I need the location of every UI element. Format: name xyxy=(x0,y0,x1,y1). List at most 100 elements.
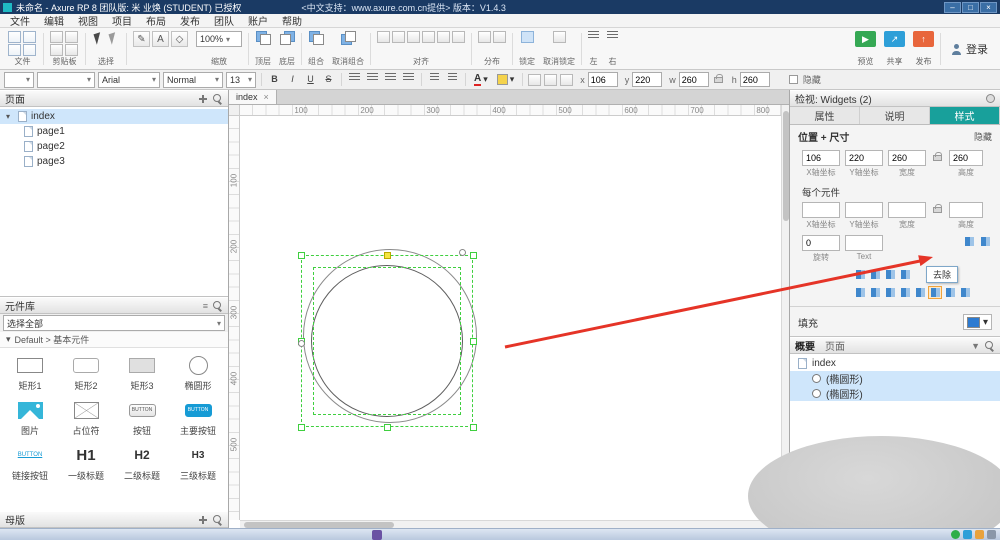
aspect-ratio-lock-icon[interactable] xyxy=(933,152,942,161)
menu-project[interactable]: 项目 xyxy=(105,13,139,28)
scroll-thumb[interactable] xyxy=(783,111,789,221)
preview-button[interactable]: ▶ xyxy=(855,31,876,47)
width-input[interactable] xyxy=(678,72,709,87)
align-middle-icon[interactable] xyxy=(437,31,450,43)
text-align-left-button[interactable] xyxy=(347,72,362,87)
taskbar-app-icon[interactable] xyxy=(372,530,382,540)
filter-icon[interactable]: ▼ xyxy=(971,341,980,351)
canvas-body[interactable] xyxy=(240,116,781,520)
share-button[interactable]: ↗ xyxy=(884,31,905,47)
copy-icon[interactable] xyxy=(65,31,78,43)
text-align-center-button[interactable] xyxy=(365,72,380,87)
align-right-icon[interactable] xyxy=(407,31,420,43)
publish-button[interactable]: ↑ xyxy=(913,31,934,47)
close-button[interactable]: × xyxy=(980,1,997,13)
font-family-dropdown[interactable]: Arial ▾ xyxy=(98,71,160,88)
y-position-input[interactable] xyxy=(632,72,663,87)
style-action-button[interactable] xyxy=(868,286,882,299)
align-top-icon[interactable] xyxy=(422,31,435,43)
style-action-button[interactable] xyxy=(853,286,867,299)
strikethrough-button[interactable]: S xyxy=(321,72,336,87)
maximize-button[interactable]: □ xyxy=(962,1,979,13)
arrow-style-icon[interactable] xyxy=(560,73,574,86)
indent-button[interactable] xyxy=(445,72,460,87)
widget-ellipse[interactable]: 椭圆形 xyxy=(170,354,226,392)
cut-icon[interactable] xyxy=(50,31,63,43)
widget-heading2[interactable]: H2 二级标题 xyxy=(114,444,170,482)
resize-handle[interactable] xyxy=(384,252,391,259)
search-icon[interactable] xyxy=(213,514,223,525)
per-widget-height-input[interactable] xyxy=(949,202,983,218)
widget-primary-button[interactable]: BUTTON 主要按钮 xyxy=(170,399,226,437)
pin-icon[interactable] xyxy=(986,94,995,103)
send-to-back-icon[interactable] xyxy=(280,31,295,45)
minimize-button[interactable]: – xyxy=(944,1,961,13)
menu-account[interactable]: 账户 xyxy=(241,13,275,28)
format-painter-icon[interactable] xyxy=(65,44,78,56)
rotate-handle[interactable] xyxy=(459,249,466,256)
ungroup-icon[interactable] xyxy=(341,31,356,45)
resize-handle[interactable] xyxy=(470,338,477,345)
height-input[interactable] xyxy=(739,72,770,87)
outline-item-ellipse-1[interactable]: (椭圆形) xyxy=(790,371,1000,386)
right-bars-icon[interactable] xyxy=(607,31,618,40)
hide-checkbox[interactable] xyxy=(788,75,798,84)
per-widget-y-input[interactable] xyxy=(845,202,883,218)
left-bars-icon[interactable] xyxy=(588,31,599,40)
remove-style-button[interactable] xyxy=(928,286,942,299)
search-icon[interactable] xyxy=(985,340,995,351)
bring-to-front-icon[interactable] xyxy=(255,31,271,45)
widget-image[interactable]: 图片 xyxy=(2,399,58,437)
tray-input-method-icon[interactable] xyxy=(987,530,996,539)
tab-outline[interactable]: 概要 xyxy=(795,338,815,353)
flip-vertical-button[interactable] xyxy=(978,235,992,248)
page-tree-item-page2[interactable]: page2 xyxy=(0,139,228,154)
underline-button[interactable]: U xyxy=(303,72,318,87)
zoom-dropdown[interactable]: 100% ▾ xyxy=(196,31,242,47)
style-action-button[interactable] xyxy=(898,286,912,299)
widget-style-dropdown[interactable]: ▾ xyxy=(37,71,95,88)
menu-team[interactable]: 团队 xyxy=(207,13,241,28)
menu-edit[interactable]: 编辑 xyxy=(37,13,71,28)
resize-handle[interactable] xyxy=(384,424,391,431)
resize-handle[interactable] xyxy=(298,424,305,431)
font-color-picker[interactable]: A ▾ xyxy=(471,72,491,88)
resize-handle[interactable] xyxy=(298,252,305,259)
style-action-button[interactable] xyxy=(868,268,882,281)
tab-style[interactable]: 样式 xyxy=(930,107,1000,124)
search-icon[interactable] xyxy=(213,300,223,311)
outline-item-ellipse-2[interactable]: (椭圆形) xyxy=(790,386,1000,401)
per-widget-width-input[interactable] xyxy=(888,202,926,218)
style-action-button[interactable] xyxy=(883,268,897,281)
widget-link-button[interactable]: BUTTON 链接按钮 xyxy=(2,444,58,482)
widget-placeholder[interactable]: 占位符 xyxy=(58,399,114,437)
y-coordinate-input[interactable] xyxy=(845,150,883,166)
page-tree-item-page3[interactable]: page3 xyxy=(0,154,228,169)
tray-chat-icon[interactable] xyxy=(951,530,960,539)
text-align-justify-button[interactable] xyxy=(401,72,416,87)
widget-button[interactable]: BUTTON 按钮 xyxy=(114,399,170,437)
select-area-cursor-icon[interactable] xyxy=(108,32,119,45)
style-action-button[interactable] xyxy=(943,286,957,299)
library-filter-dropdown[interactable]: 选择全部 ▾ xyxy=(3,315,225,331)
distribute-horizontal-icon[interactable] xyxy=(478,31,491,43)
fill-color-picker[interactable]: ▾ xyxy=(494,72,518,88)
login-button[interactable]: 登录 xyxy=(943,30,996,68)
style-action-button[interactable] xyxy=(898,268,912,281)
outline-item-index[interactable]: index xyxy=(790,356,1000,371)
search-icon[interactable] xyxy=(213,93,223,104)
line-style-icon[interactable] xyxy=(544,73,558,86)
aspect-ratio-lock-icon[interactable] xyxy=(713,73,723,83)
border-style-icon[interactable] xyxy=(528,73,542,86)
select-cursor-icon[interactable] xyxy=(93,32,104,45)
tray-network-icon[interactable] xyxy=(963,530,972,539)
menu-view[interactable]: 视图 xyxy=(71,13,105,28)
open-file-icon[interactable] xyxy=(23,31,36,43)
italic-button[interactable]: I xyxy=(285,72,300,87)
add-page-icon[interactable] xyxy=(198,94,208,104)
style-action-button[interactable] xyxy=(883,286,897,299)
flip-horizontal-button[interactable] xyxy=(962,235,976,248)
font-style-dropdown[interactable]: Normal ▾ xyxy=(163,71,223,88)
text-tool-icon[interactable]: A xyxy=(152,31,169,47)
text-rotation-input[interactable] xyxy=(845,235,883,251)
